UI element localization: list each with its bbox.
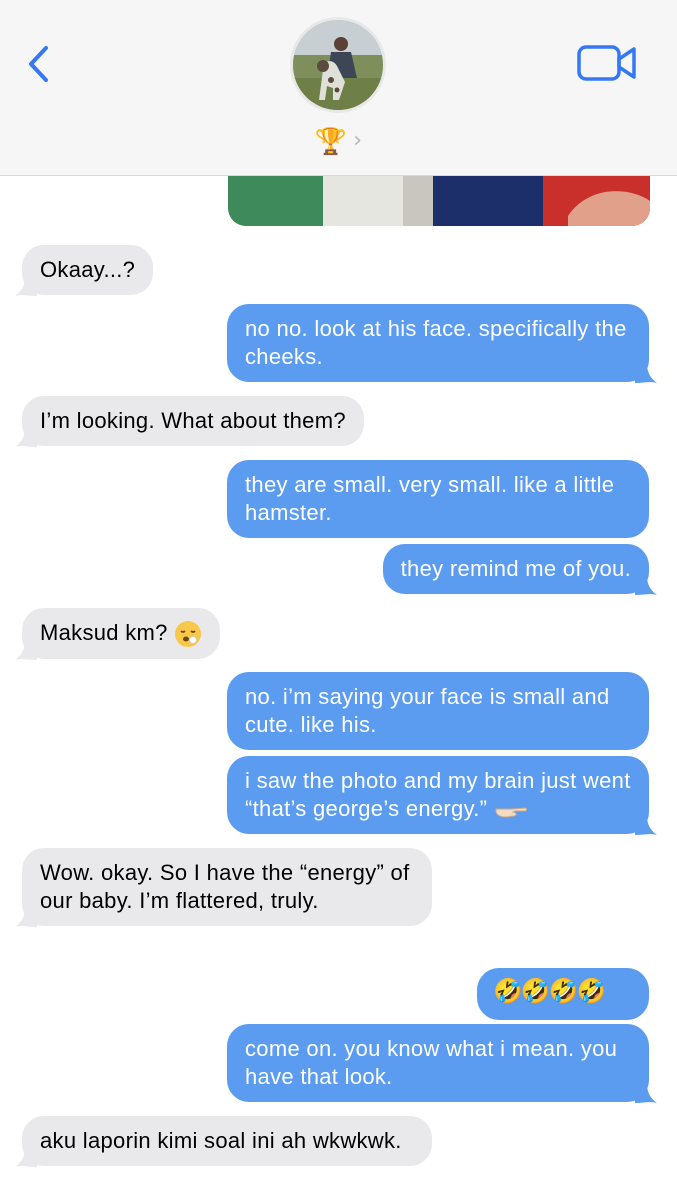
message-text: Wow. okay. So I have the “energy” of our…: [40, 860, 410, 913]
video-camera-icon[interactable]: [576, 42, 638, 84]
bubble-tail: [635, 575, 657, 595]
contact-name-row[interactable]: 🏆 ›: [0, 124, 677, 158]
back-chevron-icon[interactable]: [22, 42, 56, 86]
message-bubble-outgoing: no. i’m saying your face is small and cu…: [227, 672, 649, 750]
message-bubble-incoming: aku laporin kimi soal ini ah wkwkwk.: [15, 1116, 432, 1167]
message-text: no no. look at his face. specifically th…: [245, 316, 627, 369]
message-bubble-incoming: Maksud km?: [15, 608, 221, 661]
bubble-tail: [15, 640, 37, 661]
message-text: they remind me of you.: [400, 556, 631, 581]
trophy-emoji: 🏆: [314, 126, 348, 156]
message-bubble-incoming: I’m looking. What about them?: [15, 396, 364, 447]
contact-avatar[interactable]: [290, 17, 386, 113]
message-text: they are small. very small. like a littl…: [245, 472, 615, 525]
conversation-header: 🏆 ›: [0, 0, 677, 176]
message-thread[interactable]: Okaay...? no no. look at his face. speci…: [0, 176, 677, 1200]
bubble-tail: [635, 815, 657, 835]
message-bubble-incoming: Okaay...?: [15, 245, 154, 296]
message-text: i saw the photo and my brain just went “…: [245, 768, 631, 821]
bubble-tail: [635, 1083, 657, 1103]
shared-photo-attachment[interactable]: [228, 176, 650, 226]
bubble-tail: [15, 907, 37, 927]
message-bubble-outgoing: come on. you know what i mean. you have …: [227, 1024, 657, 1103]
message-text: I’m looking. What about them?: [40, 408, 346, 433]
message-text: Maksud km?: [40, 620, 168, 645]
message-bubble-outgoing: i saw the photo and my brain just went “…: [227, 756, 657, 835]
chevron-right-icon: ›: [353, 128, 363, 153]
message-text: Okaay...?: [40, 257, 136, 282]
message-text: no. i’m saying your face is small and cu…: [245, 684, 610, 737]
bubble-tail: [15, 1147, 37, 1167]
message-bubble-outgoing: they remind me of you.: [382, 544, 657, 595]
message-bubble-outgoing: they are small. very small. like a littl…: [227, 460, 649, 538]
bubble-tail: [15, 427, 37, 447]
message-bubble-incoming: Wow. okay. So I have the “energy” of our…: [15, 848, 432, 927]
sleepy-face-emoji-icon: [175, 621, 202, 648]
message-text: 🤣🤣🤣🤣: [493, 978, 607, 1005]
bubble-tail: [635, 363, 657, 383]
message-bubble-outgoing: no no. look at his face. specifically th…: [227, 304, 657, 383]
bubble-tail: [15, 276, 37, 296]
message-text: come on. you know what i mean. you have …: [245, 1036, 618, 1089]
message-text: aku laporin kimi soal ini ah wkwkwk.: [40, 1128, 402, 1153]
message-bubble-outgoing: 🤣🤣🤣🤣: [477, 968, 649, 1020]
pointing-hand-emoji-icon: [495, 807, 527, 818]
